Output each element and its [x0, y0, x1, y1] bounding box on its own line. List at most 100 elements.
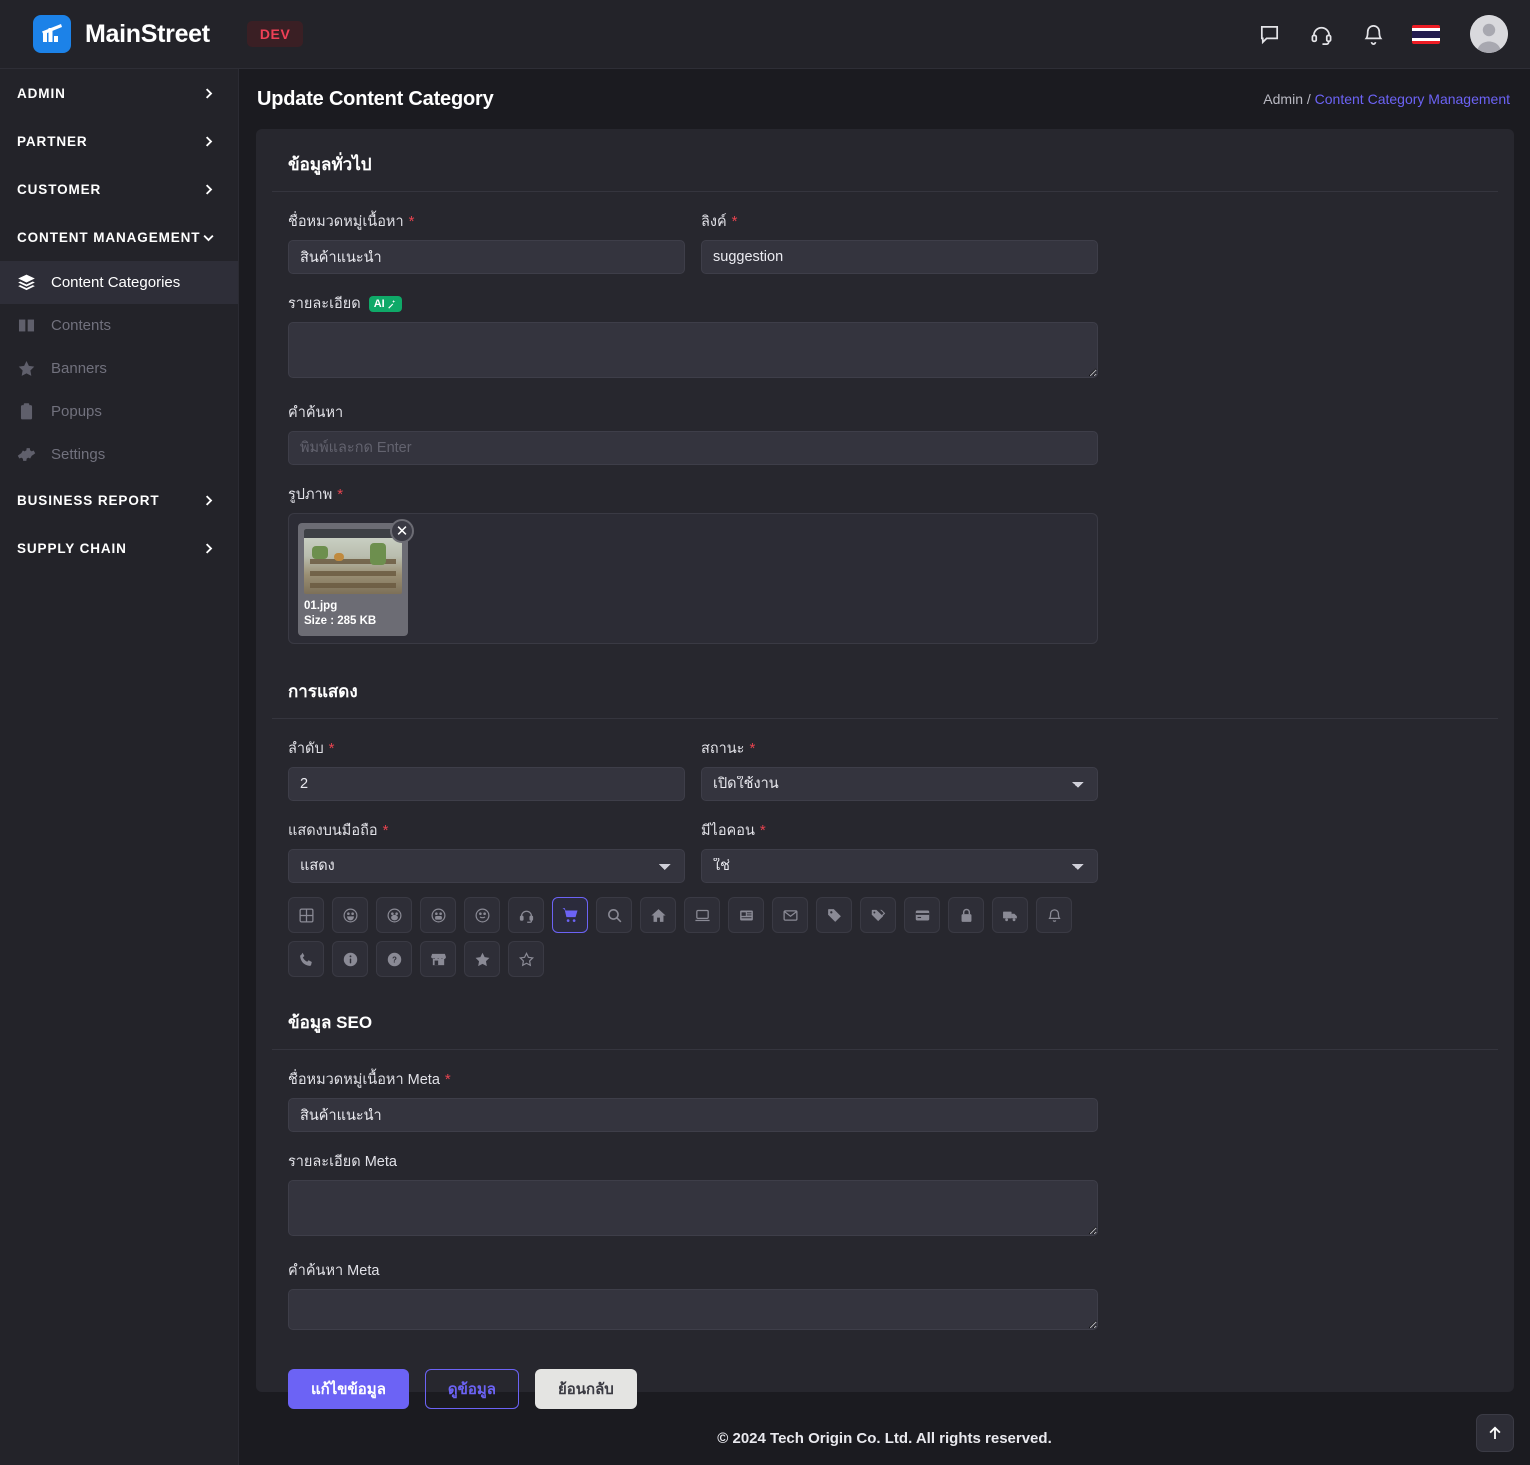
icon-option-star-outline-icon[interactable] [508, 941, 544, 977]
breadcrumb: Admin / Content Category Management [1263, 91, 1510, 107]
sidebar: ADMIN PARTNER CUSTOMER CONTENT MANAGEMEN… [0, 69, 239, 1465]
sidebar-item-content-categories[interactable]: Content Categories [0, 261, 238, 304]
sidebar-group-supply-chain[interactable]: SUPPLY CHAIN [0, 524, 238, 572]
meta-name-label: ชื่อหมวดหมู่เนื้อหา Meta * [288, 1068, 1498, 1091]
meta-keyword-label-text: คำค้นหา Meta [288, 1263, 380, 1279]
icon-option-store-icon[interactable] [420, 941, 456, 977]
sidebar-group-customer[interactable]: CUSTOMER [0, 165, 238, 213]
chat-icon[interactable] [1256, 21, 1282, 47]
icon-option-star-filled-icon[interactable] [464, 941, 500, 977]
link-input[interactable] [701, 240, 1098, 274]
sidebar-item-settings[interactable]: Settings [0, 433, 238, 476]
meta-description-textarea[interactable] [288, 1180, 1098, 1236]
icon-option-home-icon[interactable] [640, 897, 676, 933]
section-divider [272, 1049, 1498, 1050]
chevron-right-icon [201, 182, 216, 197]
form-card: ข้อมูลทั่วไป ชื่อหมวดหมู่เนื้อหา * ลิงค์… [256, 129, 1514, 1409]
icon-option-smiley-open-icon[interactable] [376, 897, 412, 933]
icon-option-info-circle-icon[interactable] [332, 941, 368, 977]
icon-option-envelope-icon[interactable] [772, 897, 808, 933]
book-icon [17, 316, 43, 335]
sidebar-group-content-management[interactable]: CONTENT MANAGEMENT [0, 213, 238, 261]
icon-option-shopping-cart-icon[interactable] [552, 897, 588, 933]
image-dropzone[interactable]: ✕ 01.jpg Size : 285 KB [288, 513, 1098, 644]
required-marker: * [337, 486, 344, 503]
name-label-text: ชื่อหมวดหมู่เนื้อหา [288, 214, 404, 230]
icon-option-newspaper-icon[interactable] [728, 897, 764, 933]
icon-option-tags-icon[interactable] [860, 897, 896, 933]
meta-name-label-text: ชื่อหมวดหมู่เนื้อหา Meta [288, 1072, 440, 1088]
breadcrumb-current[interactable]: Content Category Management [1315, 91, 1510, 107]
chevron-down-icon [201, 230, 216, 245]
display-row-2: แสดงบนมือถือ * แสดง มีไอคอน * ใช่ [272, 801, 1498, 883]
image-file-size: Size : 285 KB [304, 615, 377, 627]
icon-option-search-icon[interactable] [596, 897, 632, 933]
sidebar-group-business-report[interactable]: BUSINESS REPORT [0, 476, 238, 524]
meta-keyword-textarea[interactable] [288, 1289, 1098, 1330]
sidebar-item-label: Banners [51, 360, 107, 377]
description-label-text: รายละเอียด [288, 296, 361, 312]
svg-text:?: ? [392, 955, 397, 964]
save-button[interactable]: แก้ไขข้อมูล [288, 1369, 409, 1409]
ai-assist-badge[interactable]: AI [368, 295, 402, 312]
meta-description-label-text: รายละเอียด Meta [288, 1154, 397, 1170]
status-select[interactable]: เปิดใช้งาน [701, 767, 1098, 801]
icon-option-smiley-teeth-icon[interactable] [420, 897, 456, 933]
sidebar-item-label: Contents [51, 317, 112, 334]
mainstreet-logo-icon [33, 15, 71, 53]
name-input[interactable] [288, 240, 685, 274]
headset-icon[interactable] [1308, 21, 1334, 47]
env-badge: DEV [246, 21, 304, 47]
icon-option-question-circle-icon[interactable]: ? [376, 941, 412, 977]
bell-icon[interactable] [1360, 21, 1386, 47]
link-field-group: ลิงค์ * [701, 192, 1098, 274]
required-marker: * [444, 1071, 451, 1088]
icon-option-laptop-icon[interactable] [684, 897, 720, 933]
meta-keyword-label: คำค้นหา Meta [288, 1259, 1498, 1282]
has-icon-select[interactable]: ใช่ [701, 849, 1098, 883]
order-input[interactable] [288, 767, 685, 801]
icon-option-lock-icon[interactable] [948, 897, 984, 933]
uploaded-image-card[interactable]: ✕ 01.jpg Size : 285 KB [298, 519, 414, 636]
brand[interactable]: MainStreet [33, 15, 210, 53]
icon-option-bell-icon[interactable] [1036, 897, 1072, 933]
sidebar-group-label: CONTENT MANAGEMENT [17, 229, 201, 245]
back-button[interactable]: ย้อนกลับ [534, 1369, 637, 1409]
top-bar: MainStreet DEV [0, 0, 1530, 69]
icon-option-headset-icon[interactable] [508, 897, 544, 933]
sidebar-group-partner[interactable]: PARTNER [0, 117, 238, 165]
sidebar-item-banners[interactable]: Banners [0, 347, 238, 390]
star-icon [17, 359, 43, 378]
icon-option-truck-icon[interactable] [992, 897, 1028, 933]
icon-option-tag-icon[interactable] [816, 897, 852, 933]
icon-option-smiley-smile-icon[interactable] [464, 897, 500, 933]
icon-option-grid-icon[interactable] [288, 897, 324, 933]
form-actions: แก้ไขข้อมูล ดูข้อมูล ย้อนกลับ [272, 1369, 1498, 1409]
description-textarea[interactable] [288, 322, 1098, 378]
view-button[interactable]: ดูข้อมูล [424, 1369, 519, 1409]
sidebar-item-contents[interactable]: Contents [0, 304, 238, 347]
copyright-text: © 2024 Tech Origin Co. Ltd. All rights r… [717, 1430, 1052, 1447]
icon-option-credit-card-icon[interactable] [904, 897, 940, 933]
meta-name-input[interactable] [288, 1098, 1098, 1132]
avatar[interactable] [1470, 15, 1508, 53]
required-marker: * [382, 822, 389, 839]
thai-flag-icon[interactable] [1412, 24, 1440, 44]
keyword-label: คำค้นหา [288, 401, 1498, 424]
icon-option-smiley-grin-icon[interactable] [332, 897, 368, 933]
image-file-name: 01.jpg [304, 600, 338, 612]
sidebar-group-admin[interactable]: ADMIN [0, 69, 238, 117]
required-marker: * [731, 213, 738, 230]
keyword-input[interactable] [288, 431, 1098, 465]
order-label-text: ลำดับ [288, 741, 324, 757]
link-label-text: ลิงค์ [701, 214, 727, 230]
scroll-to-top-button[interactable] [1476, 1414, 1514, 1452]
mobile-display-select[interactable]: แสดง [288, 849, 685, 883]
sidebar-group-label: SUPPLY CHAIN [17, 540, 127, 556]
sidebar-item-label: Settings [51, 446, 106, 463]
link-label: ลิงค์ * [701, 210, 1098, 233]
remove-image-button[interactable]: ✕ [390, 519, 414, 543]
sidebar-item-popups[interactable]: Popups [0, 390, 238, 433]
icon-option-phone-icon[interactable] [288, 941, 324, 977]
required-marker: * [328, 740, 335, 757]
